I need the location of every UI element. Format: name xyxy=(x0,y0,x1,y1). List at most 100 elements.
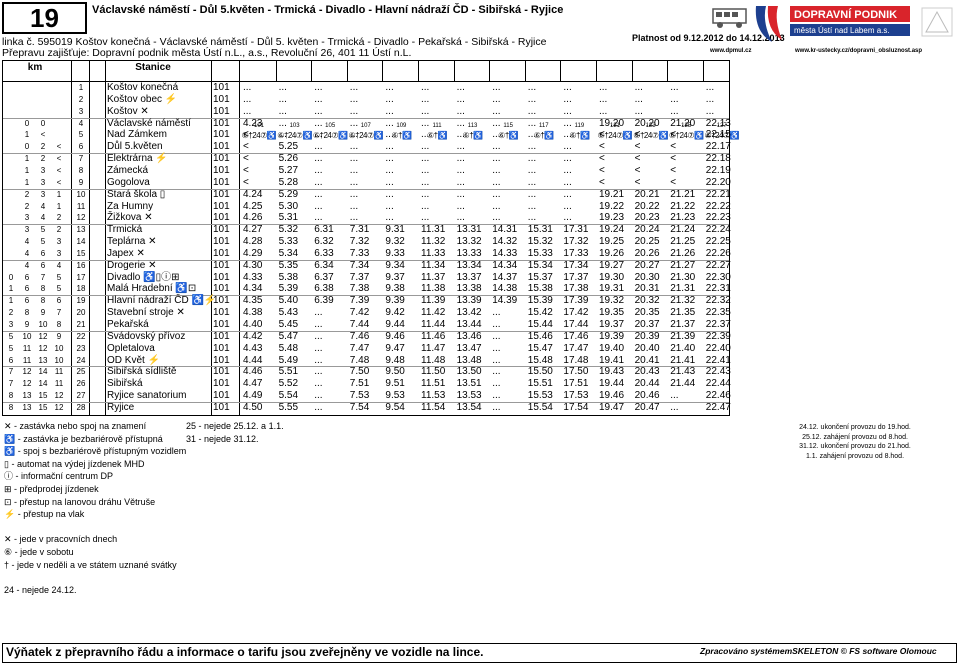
departure-time: 13.34 xyxy=(456,259,482,271)
departure-time: < xyxy=(670,129,677,141)
logo-sub: města Ústí nad Labem a.s. xyxy=(794,26,890,35)
departure-time: 6.39 xyxy=(314,295,334,307)
zone-number: 101 xyxy=(213,354,230,366)
departure-time: ... xyxy=(314,342,323,354)
departure-time: ... xyxy=(563,141,572,153)
station-number: 27 xyxy=(76,391,86,401)
column-rule xyxy=(311,61,313,81)
station-name: Malá Hradební ♿⊡ xyxy=(107,283,197,295)
departure-time: ... xyxy=(670,105,679,117)
logo-name: DOPRAVNÍ PODNIK xyxy=(794,8,897,21)
table-row: 2 8 9 7 20 Stavební stroje ✕ 101 4.38 5.43... 7.4… xyxy=(3,307,731,319)
departure-time: ... xyxy=(314,390,323,402)
km-value: 2 xyxy=(56,213,62,223)
zone-number: 101 xyxy=(213,319,230,330)
departure-time: ... xyxy=(492,319,501,330)
table-row: 7 12 14 11 25 Sibiřská sídliště 101 4.46 5.51...… xyxy=(3,366,731,378)
departure-time: 7.51 xyxy=(349,378,370,390)
kr-link[interactable]: www.kr-ustecky.cz/dopravni_obsluznost.as… xyxy=(795,48,922,54)
timetable: 101 ⑥†24⑦♿ 103 ⑥†24⑦♿ 105 ⑥†24⑦♿ 107 ⑥†24⑦♿ 109 ⑥… xyxy=(2,60,740,416)
departure-time: 15.51 xyxy=(527,378,553,390)
departure-time: ... xyxy=(421,93,430,105)
departure-time: 15.44 xyxy=(527,319,553,330)
departure-time: 13.50 xyxy=(456,366,482,378)
departure-time: ... xyxy=(456,82,465,93)
station-number: 17 xyxy=(76,272,86,282)
departure-time: 15.39 xyxy=(527,295,553,307)
station-number: 28 xyxy=(76,402,86,412)
departure-time: < xyxy=(243,153,249,165)
km-value: 4 xyxy=(40,213,46,223)
table-row: 5 11 12 10 23 Opletalova 101 4.43 5.48... 7.47 9.4… xyxy=(3,342,731,355)
departure-time: ... xyxy=(314,354,323,366)
departure-time: 11.54 xyxy=(421,401,446,413)
table-row: 0 6 7 5 17 Divadlo ♿▯ⓘ⊞ 101 4.33 5.38 6.37 7.37 9.3… xyxy=(3,271,731,284)
departure-time: 17.42 xyxy=(563,307,589,319)
km-value: 7 xyxy=(8,379,14,389)
departure-time: ... xyxy=(599,82,608,93)
departure-time: 4.44 xyxy=(243,354,263,366)
km-value: 3 xyxy=(40,177,46,187)
station-name: Sibiřská xyxy=(107,378,143,390)
departure-time: 14.37 xyxy=(492,271,518,283)
footer-credit: Zpracováno systémemSKELETON © FS softwar… xyxy=(700,646,937,656)
station-number: 22 xyxy=(76,331,86,341)
departure-time: 13.33 xyxy=(456,247,482,259)
station-number: 12 xyxy=(76,213,86,223)
table-row: 1 3 <9 Gogolova 101 <5.28....................… xyxy=(3,176,731,189)
km-value: 1 xyxy=(24,154,30,164)
station-name: Elektrárna ⚡ xyxy=(107,153,168,165)
departure-time: ... xyxy=(492,82,501,93)
departure-time: 15.38 xyxy=(527,283,553,295)
departure-time: 9.46 xyxy=(385,330,405,342)
km-value: 2 xyxy=(24,189,30,199)
table-row: 0 2 <6 Důl 5.květen 101 <5.25................… xyxy=(3,141,731,153)
departure-time: ... xyxy=(314,176,323,188)
departure-time: 13.51 xyxy=(456,378,482,390)
departure-time: 19.43 xyxy=(599,366,625,378)
departure-time: ... xyxy=(278,82,287,93)
departure-time: ... xyxy=(527,212,537,224)
departure-time: ... xyxy=(314,319,323,330)
departure-time: 5.28 xyxy=(278,176,299,188)
zone-number: 101 xyxy=(213,283,230,295)
km-header: km xyxy=(27,62,43,73)
departure-time: 22.40 xyxy=(705,342,731,354)
departure-time: 13.31 xyxy=(456,224,482,236)
departure-time: 22.24 xyxy=(705,224,731,236)
station-name: Stavební stroje ✕ xyxy=(107,307,185,319)
departure-time: 19.24 xyxy=(599,224,625,236)
dpmul-link[interactable]: www.dpmul.cz xyxy=(710,48,751,54)
departure-time: 7.32 xyxy=(349,236,370,248)
departure-time: 9.44 xyxy=(385,319,405,330)
departure-time: ... xyxy=(456,129,465,141)
km-value: 8 xyxy=(24,308,30,318)
departure-time: 20.35 xyxy=(634,307,660,319)
km-value: 10 xyxy=(22,331,32,341)
departure-time: 13.32 xyxy=(456,236,482,248)
km-value: 1 xyxy=(56,201,62,211)
departure-time: 19.32 xyxy=(599,295,625,307)
departure-time: ... xyxy=(456,188,465,200)
station-name: Gogolova xyxy=(107,176,150,188)
legend-item xyxy=(4,571,186,584)
departure-time: 17.54 xyxy=(563,401,589,413)
departure-time: 17.51 xyxy=(563,378,589,390)
departure-time: ... xyxy=(527,188,537,200)
km-value: 14 xyxy=(38,367,48,377)
departure-time: < xyxy=(599,164,605,176)
departure-time: 7.53 xyxy=(349,390,370,402)
departure-time: 9.48 xyxy=(385,354,405,366)
station-name: Ryjice sanatorium xyxy=(107,390,187,402)
departure-time: ... xyxy=(349,188,359,200)
departure-time: 19.25 xyxy=(599,236,625,248)
departure-time: 21.27 xyxy=(670,259,696,271)
zone-number: 101 xyxy=(213,105,230,117)
departure-time: 5.39 xyxy=(278,283,299,295)
departure-time: < xyxy=(243,141,249,153)
departure-time: ... xyxy=(456,212,465,224)
departure-time: 4.47 xyxy=(243,378,263,390)
departure-time: 7.47 xyxy=(349,342,370,354)
km-value: 3 xyxy=(40,189,46,199)
departure-time: ... xyxy=(385,164,394,176)
